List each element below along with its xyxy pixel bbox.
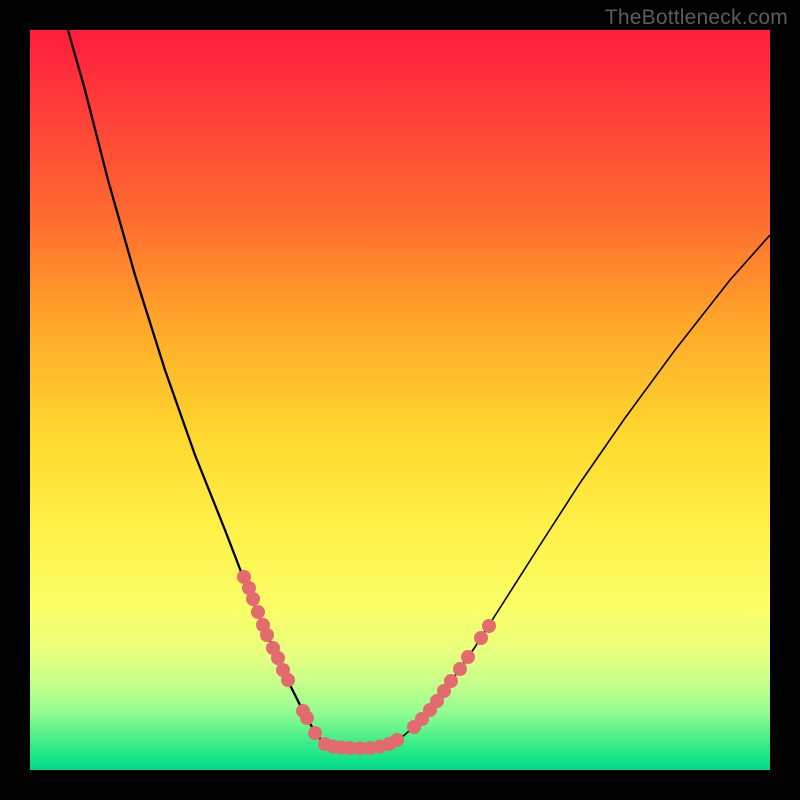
data-dot (454, 663, 467, 676)
data-dot (247, 593, 260, 606)
data-dot (475, 632, 488, 645)
chart-frame: TheBottleneck.com (0, 0, 800, 800)
curve-right (402, 235, 770, 737)
chart-plot-area (30, 30, 770, 770)
curve-left (68, 30, 322, 741)
watermark-text: TheBottleneck.com (605, 6, 788, 30)
data-dot (282, 674, 295, 687)
data-dot (272, 652, 285, 665)
data-dot (483, 620, 496, 633)
data-dot (309, 727, 322, 740)
data-dot (261, 629, 274, 642)
data-dot (391, 734, 404, 747)
data-dots-group (238, 571, 496, 755)
data-dot (462, 651, 475, 664)
data-dot (301, 712, 314, 725)
chart-overlay-svg (30, 30, 770, 770)
data-dot (252, 606, 265, 619)
data-dot (445, 675, 458, 688)
